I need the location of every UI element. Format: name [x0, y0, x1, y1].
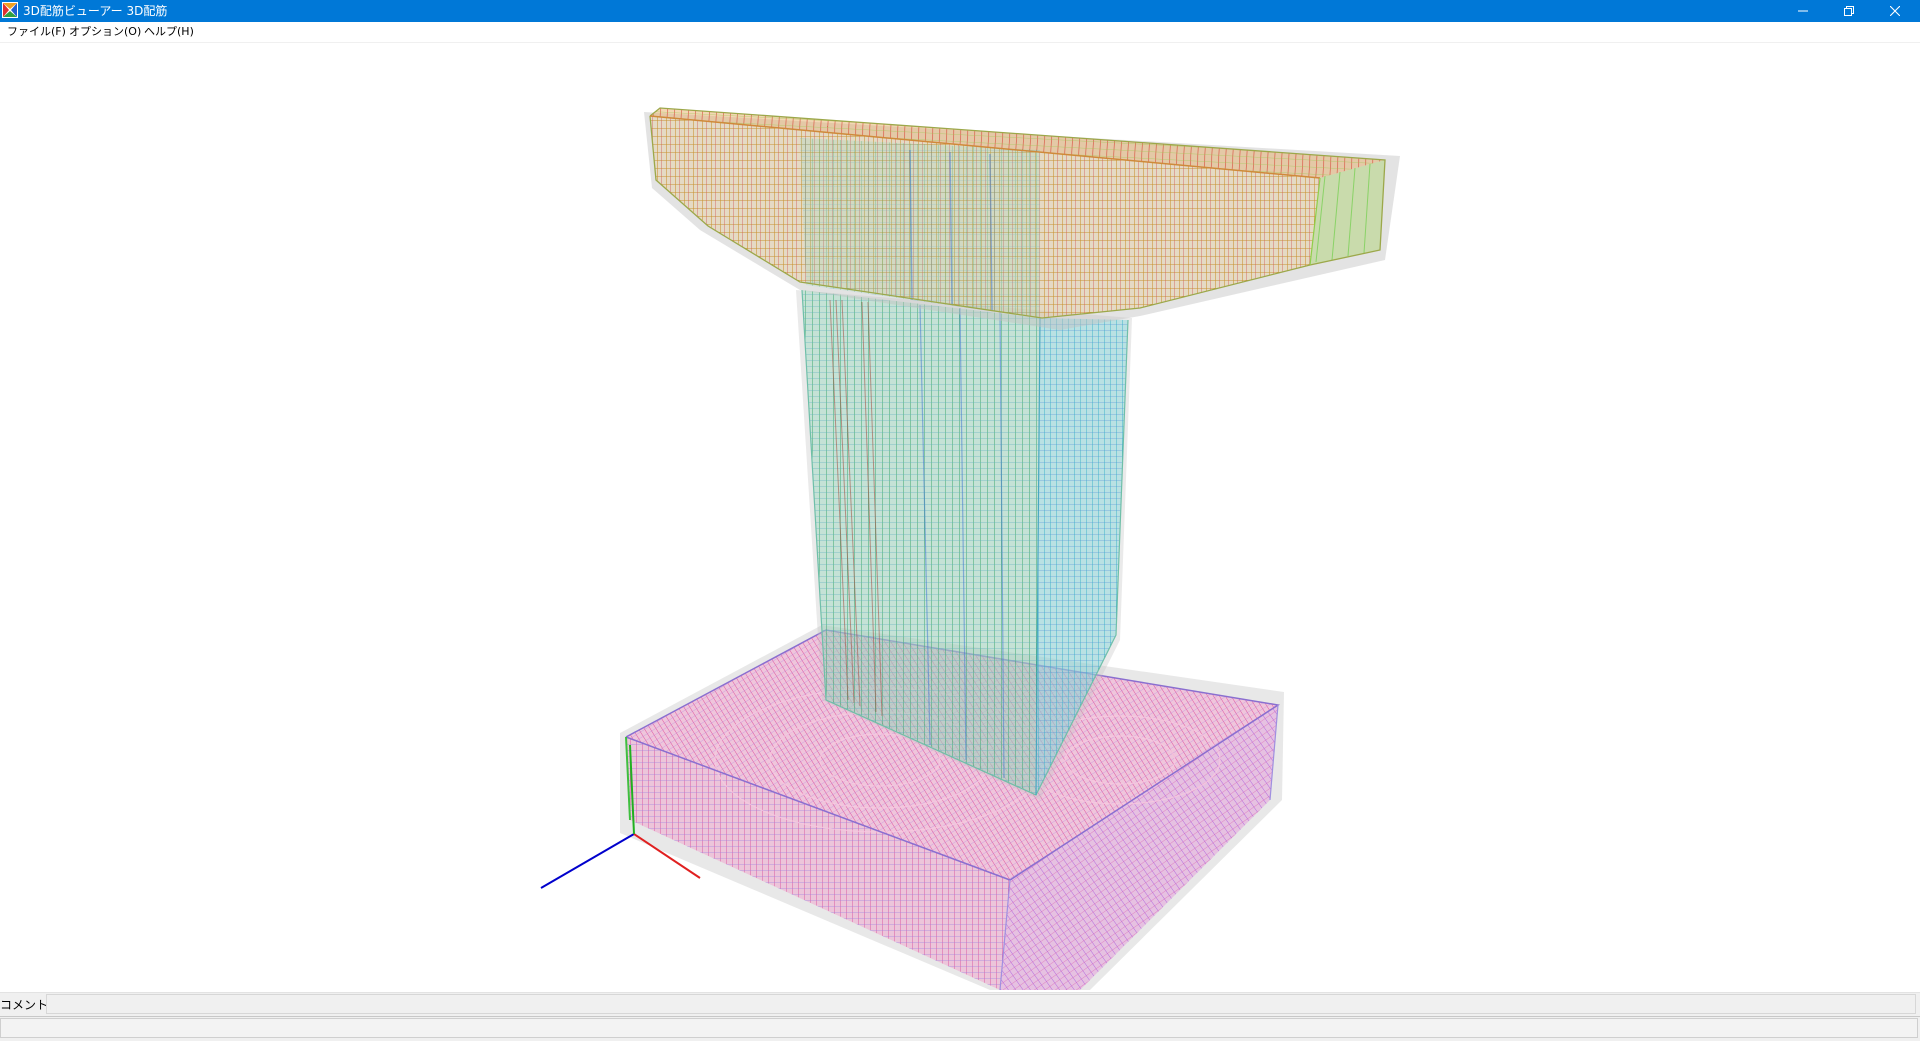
menu-options[interactable]: オプション(O): [69, 25, 141, 39]
app-icon: [2, 2, 18, 18]
menu-bar: ファイル(F) オプション(O) ヘルプ(H): [0, 22, 1920, 43]
menu-file[interactable]: ファイル(F): [7, 25, 66, 39]
comment-bar: コメント:: [0, 992, 1920, 1017]
close-button[interactable]: [1872, 0, 1918, 22]
3d-viewport[interactable]: [0, 43, 1920, 991]
axis-z: [540, 833, 635, 889]
restore-icon: [1844, 6, 1854, 16]
pier-rebar-model: [540, 107, 1400, 991]
restore-button[interactable]: [1826, 0, 1872, 22]
minimize-icon: [1798, 10, 1808, 12]
status-field: [0, 1018, 1918, 1038]
comment-field[interactable]: [46, 994, 1916, 1014]
title-bar: 3D配筋ビューアー 3D配筋: [0, 0, 1920, 22]
minimize-button[interactable]: [1780, 0, 1826, 22]
cap-beam: [644, 107, 1400, 330]
close-icon: [1890, 6, 1900, 16]
status-bar: [0, 1016, 1920, 1041]
menu-help[interactable]: ヘルプ(H): [144, 25, 194, 39]
comment-label: コメント:: [0, 998, 53, 1012]
window-title: 3D配筋ビューアー 3D配筋: [23, 4, 168, 18]
